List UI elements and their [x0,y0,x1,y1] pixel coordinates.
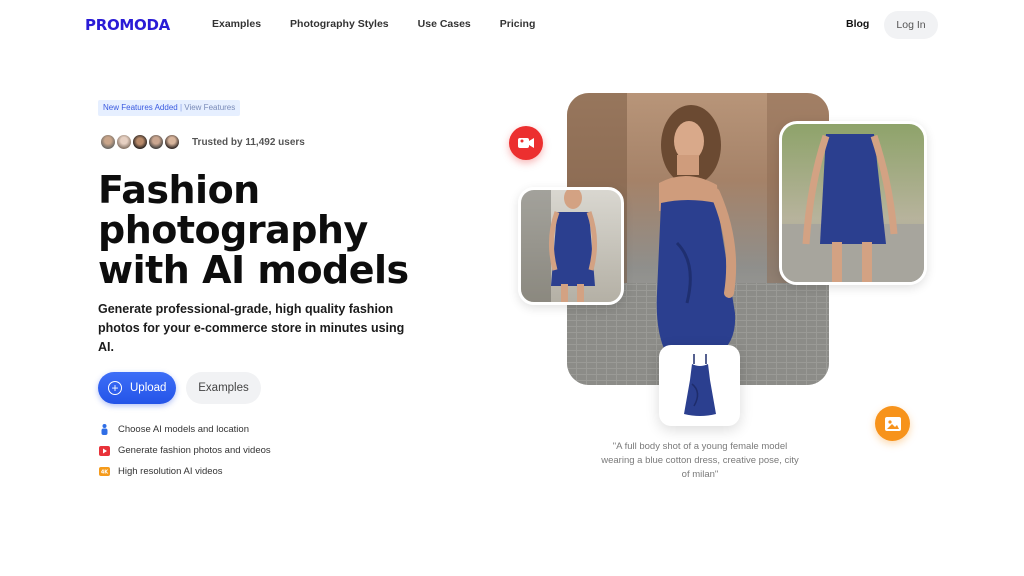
feature-label: High resolution AI videos [118,466,223,477]
new-features-badge[interactable]: New Features Added | View Features [98,100,241,116]
4k-icon: 4K [99,466,110,477]
examples-button[interactable]: Examples [186,372,261,404]
logo[interactable]: PROMODA [85,16,170,34]
svg-text:4K: 4K [101,470,109,476]
feature-item: Choose AI models and location [99,419,271,440]
view-features-link[interactable]: View Features [184,103,235,112]
top-nav: PROMODA Examples Photography Styles Use … [0,0,1024,50]
dress-product-card [659,345,740,426]
upload-label: Upload [130,382,167,394]
nav-link-examples[interactable]: Examples [212,18,261,30]
upload-button[interactable]: + Upload [98,372,176,404]
nav-links: Examples Photography Styles Use Cases Pr… [212,18,535,30]
user-avatars [99,133,181,151]
person-icon [99,424,110,435]
nav-link-use-cases[interactable]: Use Cases [418,18,471,30]
nav-link-pricing[interactable]: Pricing [500,18,536,30]
side-model-photo-left [518,187,624,305]
feature-item: 4K High resolution AI videos [99,461,271,482]
feature-list: Choose AI models and location Generate f… [99,419,271,482]
prompt-caption: "A full body shot of a young female mode… [601,441,799,480]
nav-link-photography-styles[interactable]: Photography Styles [290,18,389,30]
blog-link[interactable]: Blog [846,18,869,30]
dress-icon [683,353,716,416]
feature-label: Choose AI models and location [118,424,249,435]
feature-item: Generate fashion photos and videos [99,440,271,461]
feature-label: Generate fashion photos and videos [118,445,271,456]
trusted-users-text: Trusted by 11,492 users [192,137,305,148]
video-icon [99,445,110,456]
plus-icon: + [108,381,122,395]
login-button[interactable]: Log In [884,11,938,39]
video-camera-icon [509,126,543,160]
image-icon [875,406,910,441]
badge-separator: | [179,103,183,112]
avatar [163,133,181,151]
side-model-photo-right [779,121,927,285]
hero-subheadline: Generate professional-grade, high qualit… [98,302,405,354]
badge-new-label: New Features Added [103,103,178,112]
hero-headline: Fashion photography with AI models [98,168,409,292]
